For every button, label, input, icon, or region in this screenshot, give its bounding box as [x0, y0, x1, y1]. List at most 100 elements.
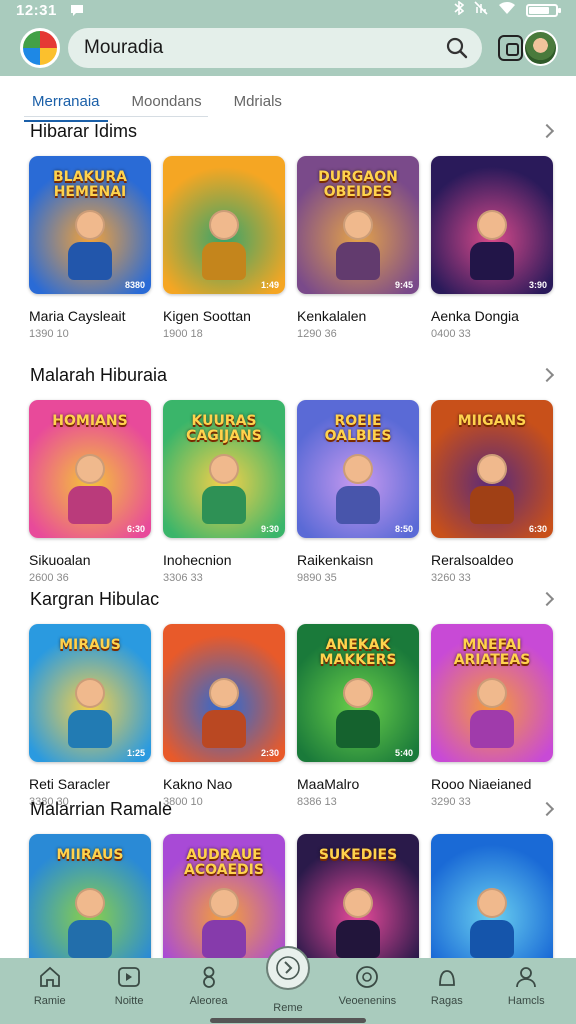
section-title: Malarah Hiburaia	[30, 364, 168, 385]
game-card[interactable]: ANEKAK MAKKERS 5:40 MaaMalro 8386 13	[297, 624, 419, 808]
game-thumbnail[interactable]: AUDRAUE ACOAEDIS	[163, 834, 285, 972]
nav-item-7[interactable]: Hamcls	[487, 958, 566, 1024]
character-illustration	[62, 454, 118, 524]
character-illustration	[62, 888, 118, 958]
circle-badge-icon	[354, 964, 380, 990]
game-thumbnail[interactable]: BLAKURA HEMENAI 8380	[29, 156, 151, 294]
chevron-right-icon[interactable]	[539, 801, 555, 817]
game-card[interactable]: MIRAUS 1:25 Reti Saracler 3380 30	[29, 624, 151, 808]
game-thumbnail[interactable]: ANEKAK MAKKERS 5:40	[297, 624, 419, 762]
game-title: MaaMalro	[297, 776, 360, 792]
game-thumbnail[interactable]: 1:49	[163, 156, 285, 294]
game-meta: 2600 36	[29, 572, 69, 584]
game-title: Kenkalalen	[297, 308, 367, 324]
avatar[interactable]	[523, 30, 558, 66]
character-illustration	[330, 454, 386, 524]
section-1: Hibarar Idims BLAKURA HEMENAI 8380 Maria Ca…	[0, 116, 576, 340]
nav-item-2[interactable]: Noitte	[89, 958, 168, 1024]
compass-fab[interactable]	[266, 946, 310, 990]
game-card[interactable]: DURGAON OBEIDES 9:45 Kenkalalen 1290 36	[297, 156, 419, 340]
game-title: Inohecnion	[163, 552, 232, 568]
game-card[interactable]: HOMIANS 6:30 Sikuoalan 2600 36	[29, 400, 151, 584]
search-icon[interactable]	[446, 37, 468, 59]
character-illustration	[464, 888, 520, 958]
character-illustration	[196, 454, 252, 524]
app-logo[interactable]	[20, 28, 60, 68]
game-card[interactable]: MIIGANS 6:30 Reralsoaldeo 3260 33	[431, 400, 553, 584]
card-row: MIRAUS 1:25 Reti Saracler 3380 30 2:30 Kakno …	[0, 624, 576, 808]
home-indicator[interactable]	[210, 1018, 366, 1023]
game-thumbnail[interactable]: 3:30	[431, 834, 553, 972]
section-header[interactable]: Malarrian Ramale	[0, 794, 576, 824]
game-title: Aenka Dongia	[431, 308, 519, 324]
section-header[interactable]: Kargran Hibulac	[0, 584, 576, 614]
game-thumbnail[interactable]: MNEFAI ARIATEAS	[431, 624, 553, 762]
person-icon	[513, 964, 539, 990]
game-meta: 0400 33	[431, 328, 471, 340]
nav-label: Ramie	[33, 995, 66, 1007]
game-card[interactable]: 2:30 Kakno Nao 3800 10	[163, 624, 285, 808]
game-banner-text: MIIRAUS	[56, 847, 124, 863]
game-thumbnail[interactable]: MIRAUS 1:25	[29, 624, 151, 762]
nav-label: Aleorea	[189, 995, 228, 1007]
duration-badge: 8380	[124, 280, 145, 290]
nav-item-5[interactable]: Veoenenins	[328, 958, 407, 1024]
game-thumbnail[interactable]: SUKEDIES8:30	[297, 834, 419, 972]
chevron-right-icon[interactable]	[539, 367, 555, 383]
game-card[interactable]: 3:90 Aenka Dongia 0400 33	[431, 156, 553, 340]
chevron-right-icon[interactable]	[539, 123, 555, 139]
game-card[interactable]: MNEFAI ARIATEAS Rooo Niaeianed 3290 33	[431, 624, 553, 808]
video-icon	[116, 964, 142, 990]
search-bar[interactable]	[68, 28, 483, 68]
game-banner-text: HOMIANS	[52, 413, 128, 429]
section-2: Malarah Hiburaia HOMIANS 6:30 Sikuoalan 2600…	[0, 360, 576, 584]
game-thumbnail[interactable]: KUURAS CAGIJANS 9:30	[163, 400, 285, 538]
character-illustration	[464, 210, 520, 280]
game-card[interactable]: BLAKURA HEMENAI 8380 Maria Caysleait 1390 1…	[29, 156, 151, 340]
game-thumbnail[interactable]: 3:90	[431, 156, 553, 294]
game-meta: 3260 33	[431, 572, 471, 584]
game-thumbnail[interactable]: ROEIE OALBIES 8:50	[297, 400, 419, 538]
character-illustration	[196, 888, 252, 958]
nav-item-1[interactable]: Ramie	[10, 958, 89, 1024]
duration-badge: 1:49	[260, 280, 279, 290]
game-title: Reti Saracler	[29, 776, 110, 792]
battery-icon	[526, 3, 561, 17]
game-title: Maria Caysleait	[29, 308, 126, 324]
game-title: Rooo Niaeianed	[431, 776, 532, 792]
character-illustration	[196, 678, 252, 748]
game-banner-text: BLAKURA HEMENAI	[52, 169, 127, 200]
character-illustration	[62, 678, 118, 748]
scan-icon[interactable]	[498, 35, 524, 61]
game-card[interactable]: ROEIE OALBIES 8:50 Raikenkaisn 9890 35	[297, 400, 419, 584]
duration-badge: 8:50	[394, 524, 413, 534]
app-bar	[0, 20, 576, 76]
game-meta: 1290 36	[297, 328, 337, 340]
section-header[interactable]: Hibarar Idims	[0, 116, 576, 146]
game-title: Kigen Soottan	[163, 308, 251, 324]
search-input[interactable]	[84, 37, 447, 59]
duration-badge: 1:25	[126, 748, 145, 758]
game-thumbnail[interactable]: DURGAON OBEIDES 9:45	[297, 156, 419, 294]
game-card[interactable]: KUURAS CAGIJANS 9:30 Inohecnion 3306 33	[163, 400, 285, 584]
no-signal-icon	[474, 1, 488, 19]
duration-badge: 2:30	[260, 748, 279, 758]
section-header[interactable]: Malarah Hiburaia	[0, 360, 576, 390]
game-thumbnail[interactable]: HOMIANS 6:30	[29, 400, 151, 538]
game-banner-text: KUURAS CAGIJANS	[186, 413, 262, 444]
bluetooth-icon	[454, 0, 465, 19]
chevron-right-icon[interactable]	[539, 591, 555, 607]
game-card[interactable]: 1:49 Kigen Soottan 1900 18	[163, 156, 285, 340]
home-icon	[37, 964, 63, 990]
game-thumbnail[interactable]: 2:30	[163, 624, 285, 762]
game-banner-text: MNEFAI ARIATEAS	[453, 637, 531, 668]
nav-item-6[interactable]: Ragas	[407, 958, 486, 1024]
game-thumbnail[interactable]: MIIRAUS	[29, 834, 151, 972]
card-row: HOMIANS 6:30 Sikuoalan 2600 36 KUURAS CAGIJA…	[0, 400, 576, 584]
status-time: 12:31	[16, 1, 57, 19]
nav-label: Veoenenins	[338, 995, 397, 1007]
duration-badge: 6:30	[528, 524, 547, 534]
game-banner-text: MIIGANS	[457, 413, 527, 429]
game-thumbnail[interactable]: MIIGANS 6:30	[431, 400, 553, 538]
nav-item-3[interactable]: Aleorea	[169, 958, 248, 1024]
